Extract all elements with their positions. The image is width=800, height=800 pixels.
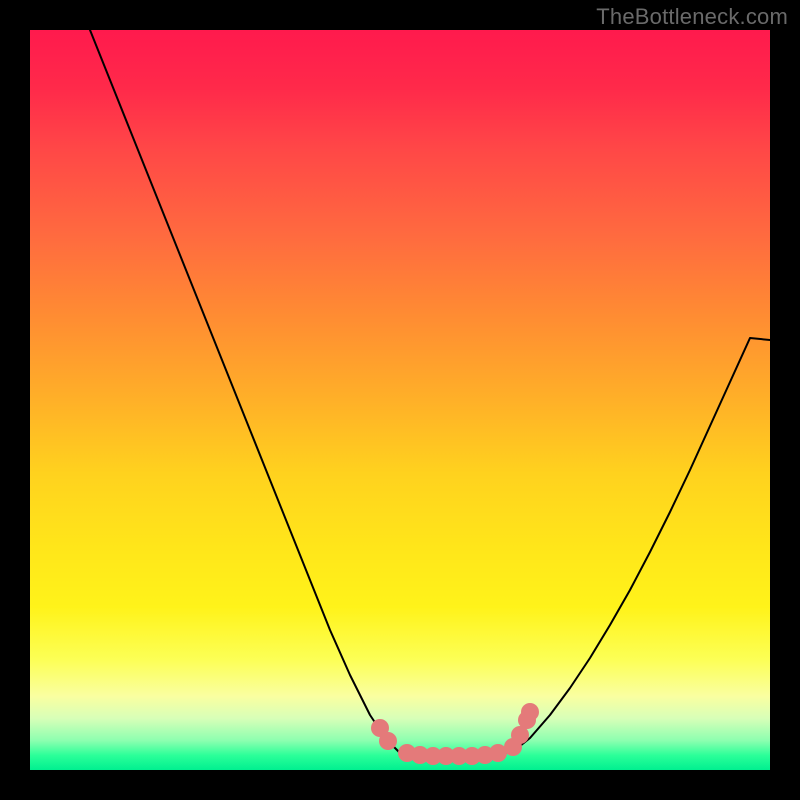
curve-layer xyxy=(90,30,770,757)
data-point xyxy=(521,703,539,721)
data-point xyxy=(379,732,397,750)
curve-right-curve xyxy=(510,338,770,752)
chart-frame: TheBottleneck.com xyxy=(0,0,800,800)
chart-svg xyxy=(30,30,770,770)
watermark-text: TheBottleneck.com xyxy=(596,4,788,30)
curve-left-curve xyxy=(90,30,400,753)
marker-layer xyxy=(371,703,539,765)
plot-area xyxy=(30,30,770,770)
